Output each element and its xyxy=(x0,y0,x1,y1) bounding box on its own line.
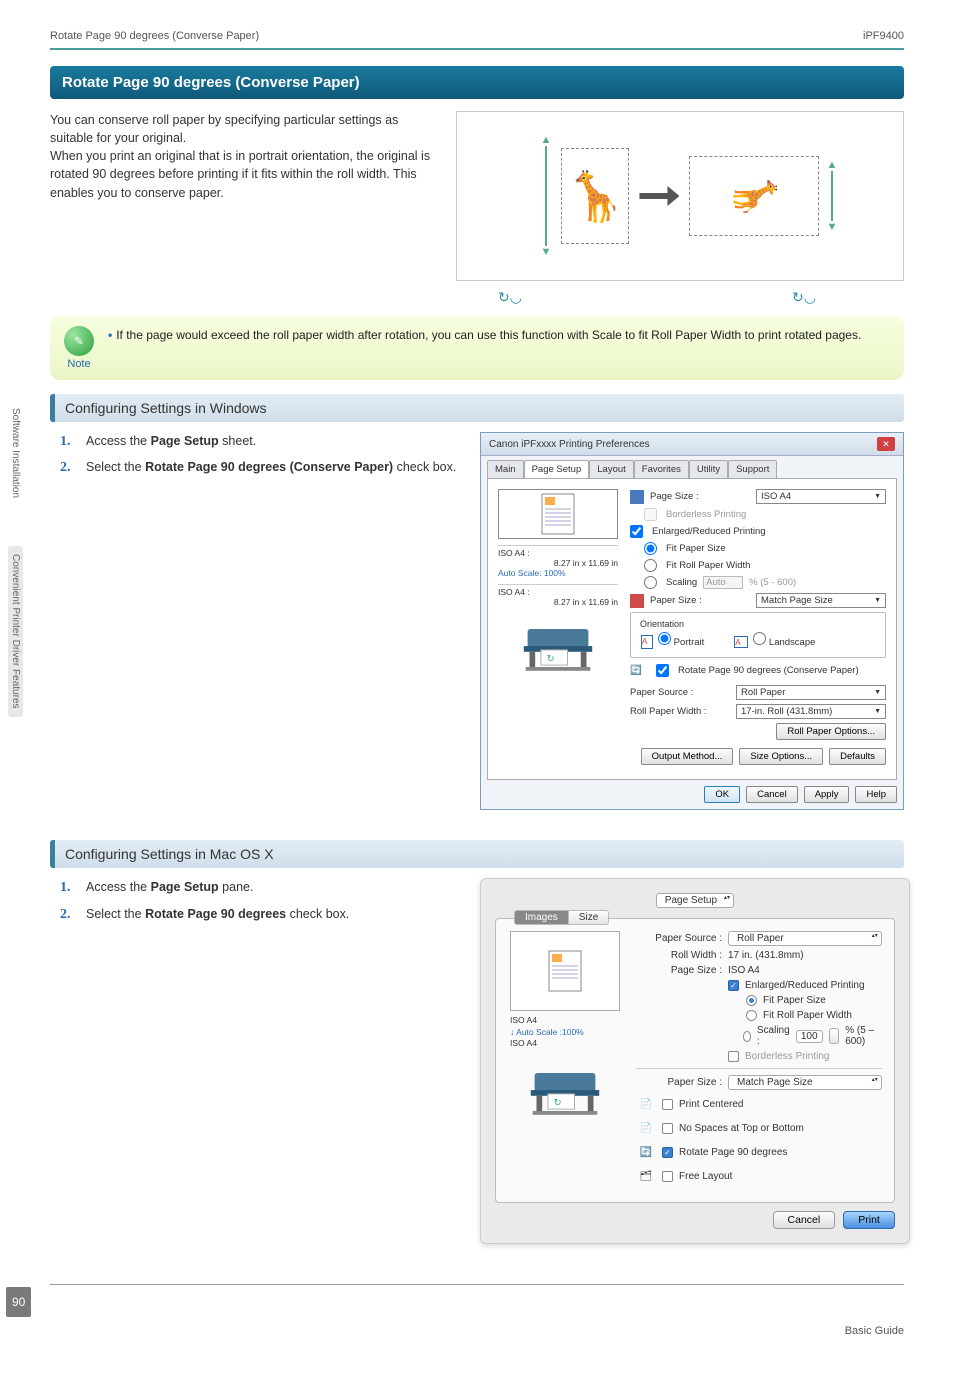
footer: Basic Guide xyxy=(50,1284,904,1337)
cancel-button[interactable]: Cancel xyxy=(773,1211,836,1229)
landscape-radio[interactable] xyxy=(753,632,766,645)
paper-size-icon xyxy=(630,594,644,608)
apply-button[interactable]: Apply xyxy=(804,786,850,803)
output-method-button[interactable]: Output Method... xyxy=(641,748,734,765)
page-number: 90 xyxy=(6,1287,31,1317)
defaults-button[interactable]: Defaults xyxy=(829,748,886,765)
size-options-button[interactable]: Size Options... xyxy=(739,748,823,765)
windows-dialog: Canon iPFxxxx Printing Preferences ✕ Mai… xyxy=(480,432,904,810)
intro-text: You can conserve roll paper by specifyin… xyxy=(50,111,440,202)
fit-roll-radio[interactable] xyxy=(746,1010,757,1021)
preview-column: ISO A4 : 8.27 in x 11.69 in Auto Scale: … xyxy=(498,489,618,769)
roll-marker-icon: ↻◡ xyxy=(498,289,522,306)
paper-size-select[interactable]: Match Page Size xyxy=(728,1075,882,1090)
ok-button[interactable]: OK xyxy=(704,786,740,803)
portrait-radio[interactable] xyxy=(658,632,671,645)
page-size-select[interactable]: ISO A4▼ xyxy=(756,489,886,504)
no-spaces-checkbox[interactable] xyxy=(662,1123,673,1134)
free-layout-icon: 🗂 xyxy=(636,1166,656,1186)
paper-source-select[interactable]: Roll Paper▼ xyxy=(736,685,886,700)
borderless-checkbox xyxy=(728,1051,739,1062)
paper-size-select[interactable]: Match Page Size▼ xyxy=(756,593,886,608)
sidebar-tabs: Software Installation Convenient Printer… xyxy=(8,400,23,900)
fit-roll-radio[interactable] xyxy=(644,559,657,572)
rotate-icon: 🔄 xyxy=(630,665,650,676)
tab-support[interactable]: Support xyxy=(728,460,777,478)
pane-selector[interactable]: Page Setup xyxy=(656,893,734,908)
roll-options-button[interactable]: Roll Paper Options... xyxy=(776,723,886,740)
enlarged-checkbox[interactable]: ✓ xyxy=(728,980,739,991)
note-box: ✎ Note •If the page would exceed the rol… xyxy=(50,316,904,380)
rotate-90-checkbox[interactable] xyxy=(656,664,669,677)
scaling-radio[interactable] xyxy=(644,576,657,589)
print-centered-icon: 📄 xyxy=(636,1094,656,1114)
note-label: Note xyxy=(67,358,90,370)
tab-page-setup[interactable]: Page Setup xyxy=(524,460,590,478)
giraffe-rotated-icon: 🦒 xyxy=(731,171,778,221)
dialog-title: Canon iPFxxxx Printing Preferences xyxy=(489,439,650,450)
giraffe-icon: 🦒 xyxy=(566,168,626,225)
rotate-icon: 🔄 xyxy=(636,1142,656,1162)
close-icon[interactable]: ✕ xyxy=(877,437,895,451)
tab-images[interactable]: Images xyxy=(514,910,569,925)
free-layout-checkbox[interactable] xyxy=(662,1171,673,1182)
help-button[interactable]: Help xyxy=(855,786,897,803)
sidebar-item-features[interactable]: Convenient Printer Driver Features xyxy=(8,546,23,717)
page-size-icon xyxy=(630,490,644,504)
rotation-diagram: ▲▼ 🦒 🦒 ▲▼ xyxy=(456,111,904,281)
tab-layout[interactable]: Layout xyxy=(589,460,634,478)
borderless-checkbox xyxy=(644,508,657,521)
scaling-radio[interactable] xyxy=(743,1031,751,1042)
printer-icon: ↻ xyxy=(527,1065,603,1119)
scaling-spinner: Auto xyxy=(703,576,743,589)
scaling-input[interactable]: 100 xyxy=(796,1030,823,1043)
rotate-90-checkbox[interactable]: ✓ xyxy=(662,1147,673,1158)
scaling-stepper[interactable] xyxy=(829,1028,840,1044)
preview-doc-icon xyxy=(548,950,582,992)
windows-subtitle: Configuring Settings in Windows xyxy=(50,394,904,422)
header-left: Rotate Page 90 degrees (Converse Paper) xyxy=(50,30,259,42)
no-spaces-icon: 📄 xyxy=(636,1118,656,1138)
print-centered-checkbox[interactable] xyxy=(662,1099,673,1110)
paper-source-select[interactable]: Roll Paper xyxy=(728,931,882,946)
sidebar-item-software[interactable]: Software Installation xyxy=(8,400,23,506)
cancel-button[interactable]: Cancel xyxy=(746,786,798,803)
header-right: iPF9400 xyxy=(863,30,904,42)
printer-icon: ↻ xyxy=(520,621,596,675)
svg-text:↻: ↻ xyxy=(547,653,555,664)
note-text: If the page would exceed the roll paper … xyxy=(116,328,861,342)
page-header: Rotate Page 90 degrees (Converse Paper) … xyxy=(50,30,904,50)
enlarged-checkbox[interactable] xyxy=(630,525,643,538)
mac-subtitle: Configuring Settings in Mac OS X xyxy=(50,840,904,868)
print-button[interactable]: Print xyxy=(843,1211,895,1229)
mac-preview: ISO A4 ↓ Auto Scale :100% ISO A4 xyxy=(510,931,620,1126)
section-title: Rotate Page 90 degrees (Converse Paper) xyxy=(50,66,904,99)
roll-width-select[interactable]: 17-in. Roll (431.8mm)▼ xyxy=(736,704,886,719)
tab-utility[interactable]: Utility xyxy=(689,460,728,478)
tab-favorites[interactable]: Favorites xyxy=(634,460,689,478)
tab-main[interactable]: Main xyxy=(487,460,524,478)
preview-doc-icon xyxy=(541,493,575,535)
mac-dialog: Page Setup Images Size xyxy=(480,878,910,1244)
tab-size[interactable]: Size xyxy=(569,910,609,925)
roll-marker-icon: ↻◡ xyxy=(792,289,816,306)
fit-paper-radio[interactable] xyxy=(746,995,757,1006)
svg-text:↻: ↻ xyxy=(554,1097,562,1108)
arrow-icon xyxy=(639,186,679,206)
fit-paper-radio[interactable] xyxy=(644,542,657,555)
note-icon: ✎ xyxy=(64,326,94,356)
